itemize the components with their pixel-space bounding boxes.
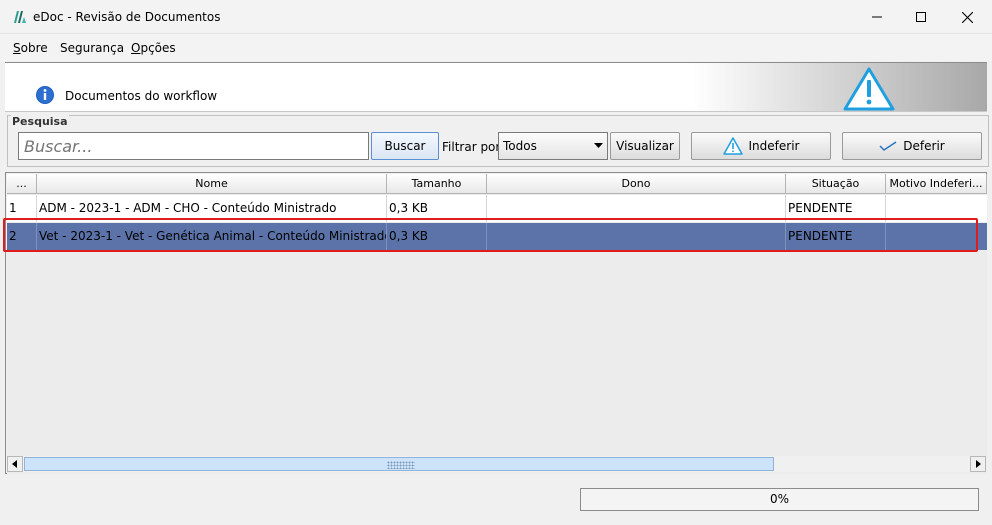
- table-header: ... Nome Tamanho Dono Situação Motivo In…: [7, 174, 987, 194]
- workflow-banner: Documentos do workflow: [5, 62, 987, 112]
- banner-title: Documentos do workflow: [65, 89, 218, 103]
- filter-label: Filtrar por:: [442, 140, 505, 154]
- column-header-nome[interactable]: Nome: [37, 174, 387, 194]
- search-input[interactable]: [18, 132, 369, 160]
- search-legend: Pesquisa: [11, 115, 69, 128]
- reject-button-label: Indeferir: [748, 139, 800, 153]
- warning-icon: [843, 67, 895, 111]
- close-icon: [961, 11, 973, 23]
- column-header-dono[interactable]: Dono: [487, 174, 786, 194]
- cell-dono: [487, 195, 786, 222]
- title-bar: eDoc - Revisão de Documentos: [0, 0, 992, 34]
- scroll-thumb[interactable]: [24, 457, 774, 471]
- view-button-label: Visualizar: [616, 139, 674, 153]
- minimize-button[interactable]: [854, 0, 900, 34]
- search-button[interactable]: Buscar: [371, 132, 439, 160]
- menu-sobre[interactable]: Sobre: [13, 41, 48, 55]
- search-button-label: Buscar: [384, 139, 426, 153]
- table-row[interactable]: 1 ADM - 2023-1 - ADM - CHO - Conteúdo Mi…: [7, 195, 987, 222]
- table-body: ... Nome Tamanho Dono Situação Motivo In…: [7, 174, 987, 474]
- approve-button[interactable]: Deferir: [842, 132, 982, 160]
- cell-situacao: PENDENTE: [786, 195, 886, 222]
- column-header-tamanho[interactable]: Tamanho: [387, 174, 487, 194]
- menu-opcoes-label: pções: [140, 41, 176, 55]
- edoc-logo-icon: [14, 11, 26, 23]
- table-row-selected[interactable]: 2 Vet - 2023-1 - Vet - Genética Animal -…: [7, 223, 987, 250]
- cell-motivo: [886, 195, 987, 222]
- grip-icon: [387, 461, 415, 469]
- info-icon: [36, 86, 54, 104]
- close-button[interactable]: [944, 0, 990, 34]
- maximize-button[interactable]: [898, 0, 944, 34]
- scroll-right-button[interactable]: [970, 456, 986, 472]
- cell-situacao: PENDENTE: [786, 223, 886, 250]
- maximize-icon: [916, 12, 926, 22]
- warning-small-icon: [722, 137, 743, 155]
- arrow-right-icon: [976, 460, 981, 468]
- menu-seguranca[interactable]: Segurança: [60, 41, 124, 55]
- cell-index: 1: [7, 195, 37, 222]
- documents-table: ... Nome Tamanho Dono Situação Motivo In…: [5, 172, 987, 474]
- cell-dono: [487, 223, 786, 250]
- checkmark-icon: [879, 141, 897, 151]
- minimize-icon: [872, 16, 882, 18]
- window-title: eDoc - Revisão de Documentos: [33, 10, 221, 24]
- cell-motivo: [886, 223, 987, 250]
- reject-button[interactable]: Indeferir: [691, 132, 831, 160]
- cell-tamanho: 0,3 KB: [387, 195, 487, 222]
- arrow-left-icon: [12, 460, 17, 468]
- cell-nome: Vet - 2023-1 - Vet - Genética Animal - C…: [37, 223, 387, 250]
- menu-opcoes[interactable]: Opções: [131, 41, 176, 55]
- horizontal-scrollbar[interactable]: [7, 456, 986, 472]
- scroll-left-button[interactable]: [7, 456, 23, 472]
- filter-select[interactable]: Todos: [498, 132, 608, 160]
- cell-tamanho: 0,3 KB: [387, 223, 487, 250]
- progress-label: 0%: [769, 492, 790, 506]
- view-button[interactable]: Visualizar: [610, 132, 680, 160]
- column-header-situacao[interactable]: Situação: [786, 174, 886, 194]
- progress-bar: 0%: [580, 488, 979, 511]
- menu-sobre-accel: S: [13, 41, 21, 55]
- menu-bar: Sobre Segurança Opções: [0, 34, 992, 61]
- cell-nome: ADM - 2023-1 - ADM - CHO - Conteúdo Mini…: [37, 195, 387, 222]
- menu-seguranca-label: Segurança: [60, 41, 125, 55]
- column-header-index[interactable]: ...: [7, 174, 37, 194]
- filter-value: Todos: [503, 139, 537, 153]
- chevron-down-icon: [594, 143, 603, 148]
- cell-index: 2: [7, 223, 37, 250]
- menu-sobre-label: obre: [20, 41, 48, 55]
- column-header-motivo[interactable]: Motivo Indeferi...: [886, 174, 987, 194]
- approve-button-label: Deferir: [903, 139, 945, 153]
